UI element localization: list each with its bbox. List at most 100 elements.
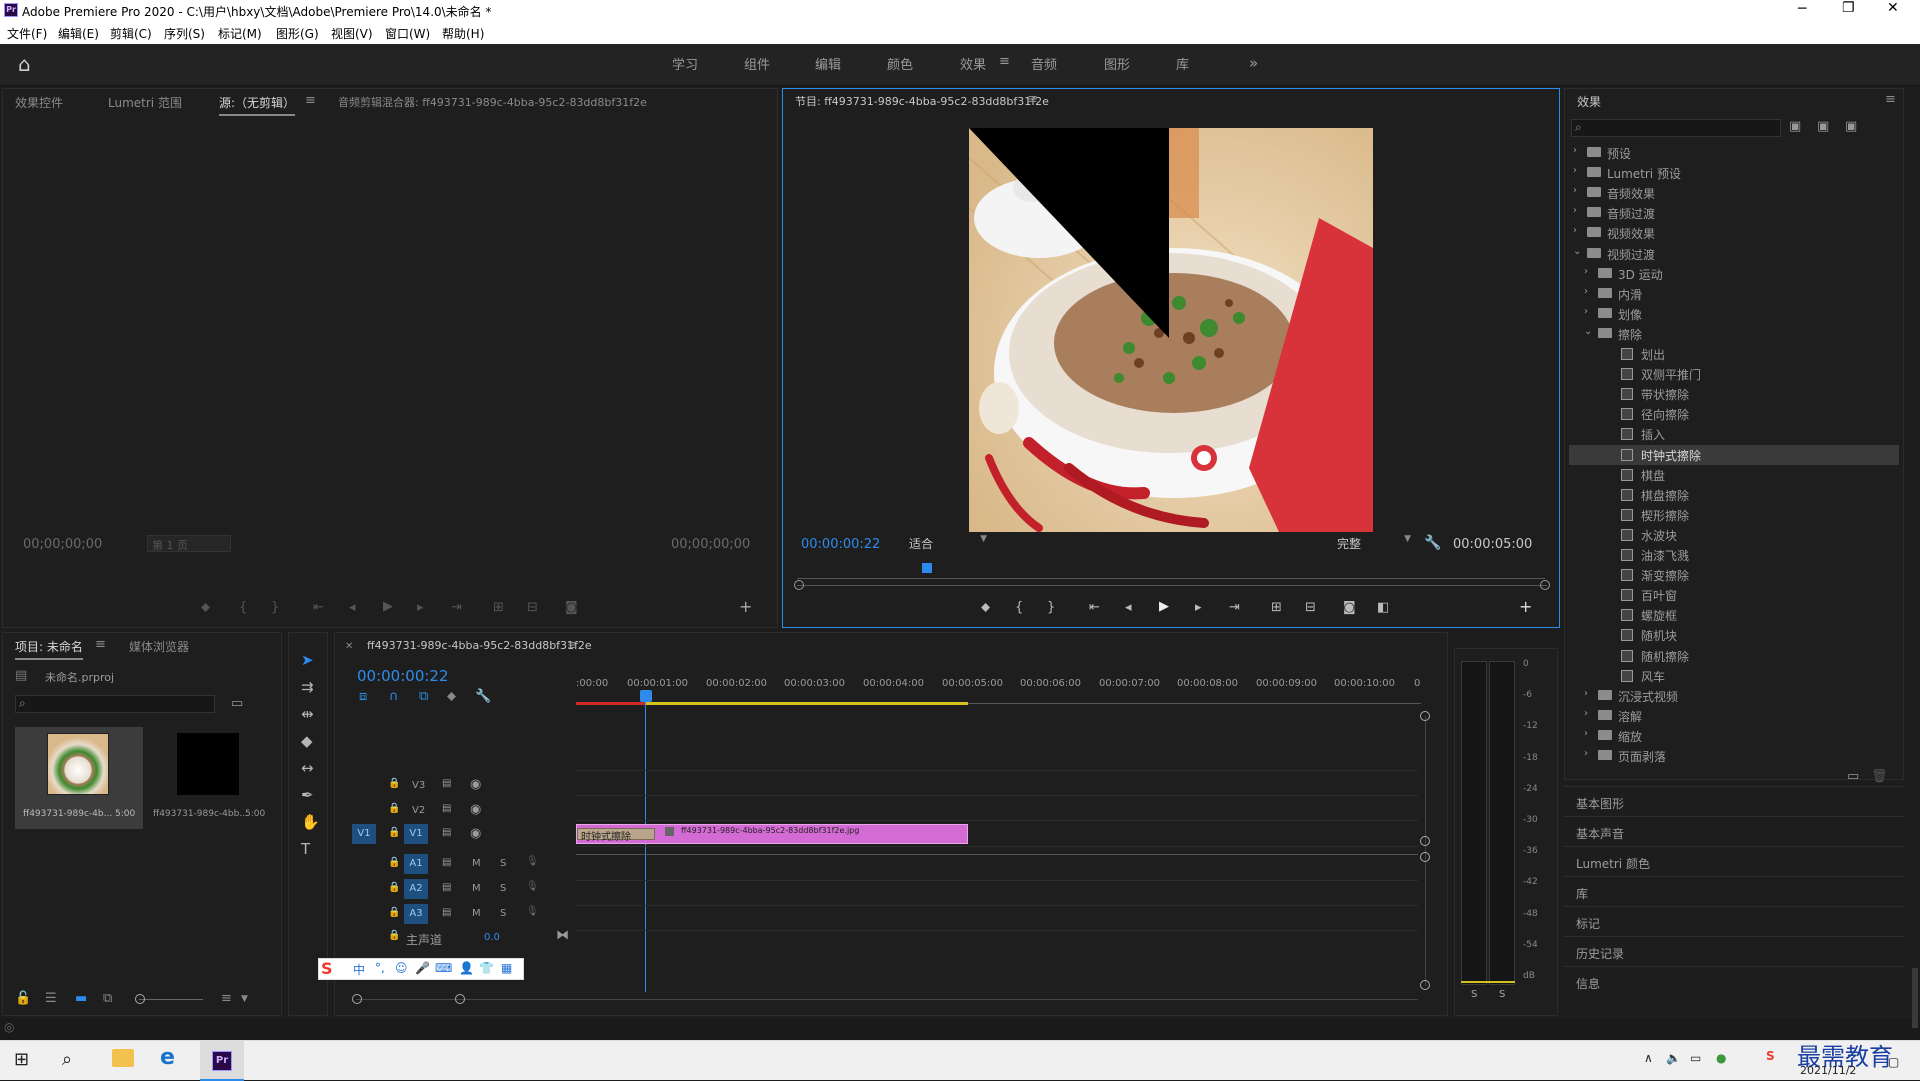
chevron-right-icon[interactable]: ›: [1584, 748, 1588, 759]
track-target-v1[interactable]: V1: [404, 824, 428, 844]
sync-lock-icon[interactable]: ▤: [442, 803, 451, 814]
sogou-icon[interactable]: S: [321, 959, 333, 978]
vscroll-handle[interactable]: [1420, 836, 1430, 846]
extract-icon[interactable]: ⊟: [1305, 600, 1316, 616]
menu-help[interactable]: 帮助(H): [442, 25, 484, 42]
program-scrubber[interactable]: [797, 567, 1545, 579]
ime-punct-icon[interactable]: °,: [375, 961, 385, 975]
track-select-tool-icon[interactable]: ⇉: [301, 678, 314, 696]
go-to-end-icon[interactable]: ⧓: [556, 928, 569, 943]
lock-icon[interactable]: 🔒: [388, 857, 400, 868]
more-workspaces-icon[interactable]: »: [1249, 54, 1258, 72]
menu-graphics[interactable]: 图形(G): [276, 25, 319, 42]
network-icon[interactable]: ▭: [1690, 1051, 1701, 1065]
mute-button[interactable]: M: [472, 883, 481, 894]
lock-icon[interactable]: 🔓: [15, 991, 31, 1007]
new-bin-icon[interactable]: ▭: [1847, 769, 1859, 785]
step-back-icon[interactable]: ◂: [1125, 600, 1132, 616]
section-essential-graphics[interactable]: 基本图形: [1564, 786, 1904, 816]
tab-project[interactable]: 项目: 未命名: [15, 638, 83, 660]
project-search-input[interactable]: ⌕: [15, 695, 215, 713]
slip-tool-icon[interactable]: ↔: [301, 759, 314, 777]
step-back-icon[interactable]: ◂: [349, 600, 356, 616]
workspace-menu-icon[interactable]: ≡: [999, 54, 1010, 69]
file-explorer-icon[interactable]: [112, 1049, 134, 1067]
play-icon[interactable]: ▶: [383, 599, 393, 615]
chevron-right-icon[interactable]: ›: [1584, 286, 1588, 297]
zoom-handle-right[interactable]: [1540, 580, 1550, 590]
chevron-right-icon[interactable]: ›: [1573, 205, 1577, 216]
effects-item[interactable]: 时钟式擦除: [1569, 444, 1899, 465]
timeline-tab[interactable]: ff493731-989c-4bba-95c2-83dd8bf31f2e: [367, 639, 592, 652]
section-lumetri-color[interactable]: Lumetri 颜色: [1564, 846, 1904, 876]
chevron-right-icon[interactable]: ›: [1584, 306, 1588, 317]
effects-menu-icon[interactable]: ≡: [1885, 92, 1896, 108]
32bit-effects-icon[interactable]: ▣: [1817, 119, 1829, 135]
workspace-audio[interactable]: 音频: [1031, 54, 1057, 73]
effects-item[interactable]: 渐变擦除: [1569, 565, 1899, 585]
project-item[interactable]: ff493731-989c-4bb... 5:00: [145, 727, 273, 829]
effects-folder[interactable]: › 音频效果: [1569, 183, 1899, 203]
eye-icon[interactable]: ◉: [470, 777, 481, 792]
chevron-down-icon[interactable]: ▼: [241, 991, 248, 1007]
vscroll-handle[interactable]: [1420, 711, 1430, 721]
window-resize-bar[interactable]: [1912, 968, 1918, 1028]
effects-item[interactable]: 螺旋框: [1569, 605, 1899, 625]
edge-icon[interactable]: e: [160, 1045, 175, 1070]
effects-search-input[interactable]: ⌕: [1571, 119, 1781, 137]
step-forward-icon[interactable]: ▸: [417, 600, 424, 616]
effects-folder[interactable]: › 划像: [1569, 304, 1899, 324]
tab-source[interactable]: 源:（无剪辑）: [219, 94, 296, 116]
notification-icon[interactable]: ▢: [1888, 1055, 1899, 1069]
track-target-a3[interactable]: A3: [404, 904, 428, 924]
mic-icon[interactable]: 🎙: [526, 856, 539, 867]
list-view-icon[interactable]: ☰: [45, 991, 57, 1007]
lock-icon[interactable]: 🔒: [388, 827, 400, 838]
lock-icon[interactable]: 🔒: [388, 930, 400, 941]
sync-lock-icon[interactable]: ▤: [442, 827, 451, 838]
overwrite-icon[interactable]: ⊟: [527, 600, 538, 616]
effects-folder[interactable]: ⌄ 擦除: [1569, 324, 1899, 344]
ime-emoji-icon[interactable]: ☺: [395, 961, 408, 975]
tab-media-browser[interactable]: 媒体浏览器: [129, 638, 189, 655]
close-tab-icon[interactable]: ✕: [345, 639, 353, 655]
tab-audio-clip-mixer[interactable]: 音频剪辑混合器: ff493731-989c-4bba-95c2-83dd8bf…: [338, 94, 647, 110]
lock-icon[interactable]: 🔒: [388, 778, 400, 789]
effects-item[interactable]: 双侧平推门: [1569, 364, 1899, 384]
chevron-right-icon[interactable]: ›: [1584, 728, 1588, 739]
effects-folder[interactable]: › 预设: [1569, 143, 1899, 163]
marker-icon[interactable]: ⬥: [201, 600, 210, 616]
vscroll-handle[interactable]: [1420, 980, 1430, 990]
effects-item[interactable]: 棋盘擦除: [1569, 485, 1899, 505]
workspace-effects[interactable]: 效果: [960, 54, 986, 73]
solo-left-button[interactable]: S: [1471, 989, 1477, 1000]
volume-icon[interactable]: 🔈: [1666, 1051, 1681, 1065]
ime-toolbox-icon[interactable]: ▦: [501, 961, 512, 975]
insert-icon[interactable]: ⊞: [493, 600, 504, 616]
workspace-graphics[interactable]: 图形: [1104, 54, 1130, 73]
program-timecode[interactable]: 00:00:00:22: [801, 537, 880, 552]
effects-folder[interactable]: › 页面剥落: [1569, 746, 1899, 766]
new-bin-icon[interactable]: ▭: [231, 696, 243, 712]
razor-tool-icon[interactable]: ◆: [301, 732, 313, 750]
effects-item[interactable]: 风车: [1569, 666, 1899, 686]
track-target-a2[interactable]: A2: [404, 879, 428, 899]
mic-icon[interactable]: 🎙: [526, 881, 539, 892]
effects-item[interactable]: 带状擦除: [1569, 384, 1899, 404]
effects-folder[interactable]: › 音频过渡: [1569, 203, 1899, 223]
sync-lock-icon[interactable]: ▤: [442, 882, 451, 893]
page-dropdown[interactable]: 第 1 页: [147, 535, 231, 552]
transition-block[interactable]: 时钟式擦除: [577, 828, 655, 843]
chevron-right-icon[interactable]: ›: [1584, 708, 1588, 719]
sogou-tray-icon[interactable]: S: [1766, 1049, 1775, 1063]
freeform-view-icon[interactable]: ⧉: [103, 991, 112, 1007]
ime-mode-icon[interactable]: 中: [353, 961, 365, 978]
project-menu-icon[interactable]: ≡: [95, 637, 106, 653]
solo-button[interactable]: S: [500, 883, 506, 894]
section-libraries[interactable]: 库: [1564, 876, 1904, 906]
icon-view-icon[interactable]: ▬: [75, 991, 87, 1007]
yuv-effects-icon[interactable]: ▣: [1845, 119, 1857, 135]
lift-icon[interactable]: ⊞: [1271, 600, 1282, 616]
mark-in-icon[interactable]: {: [239, 600, 247, 616]
sync-lock-icon[interactable]: ▤: [442, 857, 451, 868]
